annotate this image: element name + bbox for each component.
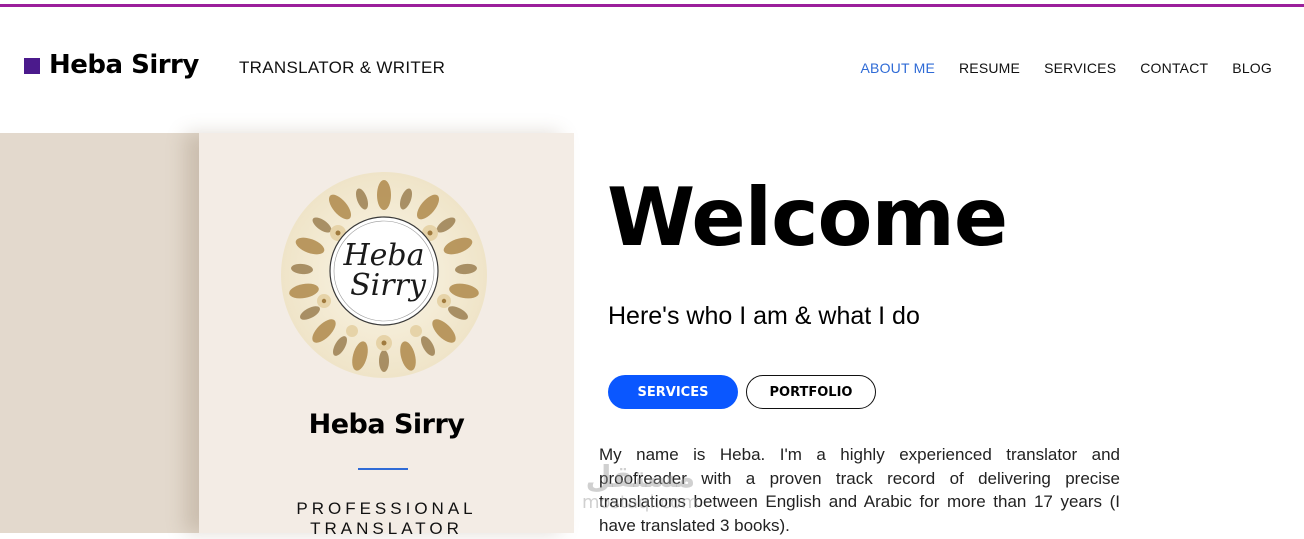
profile-title: PROFESSIONAL TRANSLATOR [199, 499, 574, 539]
top-accent-line [0, 4, 1304, 7]
profile-divider [358, 468, 408, 470]
brand-square-icon [24, 58, 40, 74]
nav-item-blog[interactable]: BLOG [1232, 60, 1272, 76]
profile-name: Heba Sirry [308, 409, 465, 440]
site-title[interactable]: Heba Sirry [49, 50, 199, 80]
logo-text-last: Sirry [350, 268, 427, 303]
left-shade-panel [0, 133, 199, 533]
welcome-subtitle: Here's who I am & what I do [608, 302, 920, 330]
site-tagline: TRANSLATOR & WRITER [239, 58, 446, 77]
welcome-heading: Welcome [607, 171, 1008, 264]
services-button[interactable]: SERVICES [608, 375, 738, 409]
profile-card: Heba Sirry Heba Sirry PROFESSIONAL TRANS… [199, 133, 574, 538]
profile-title-line-2: TRANSLATOR [310, 519, 463, 538]
nav-item-resume[interactable]: RESUME [959, 60, 1020, 76]
nav-item-contact[interactable]: CONTACT [1140, 60, 1208, 76]
intro-paragraph: My name is Heba. I'm a highly experience… [599, 445, 1120, 535]
nav-item-about-me[interactable]: ABOUT ME [861, 60, 935, 76]
main-nav: ABOUT ME RESUME SERVICES CONTACT BLOG [861, 60, 1272, 76]
nav-item-services[interactable]: SERVICES [1044, 60, 1116, 76]
profile-title-line-1: PROFESSIONAL [296, 499, 477, 518]
portfolio-button[interactable]: PORTFOLIO [746, 375, 876, 409]
profile-logo: Heba Sirry [281, 172, 487, 378]
